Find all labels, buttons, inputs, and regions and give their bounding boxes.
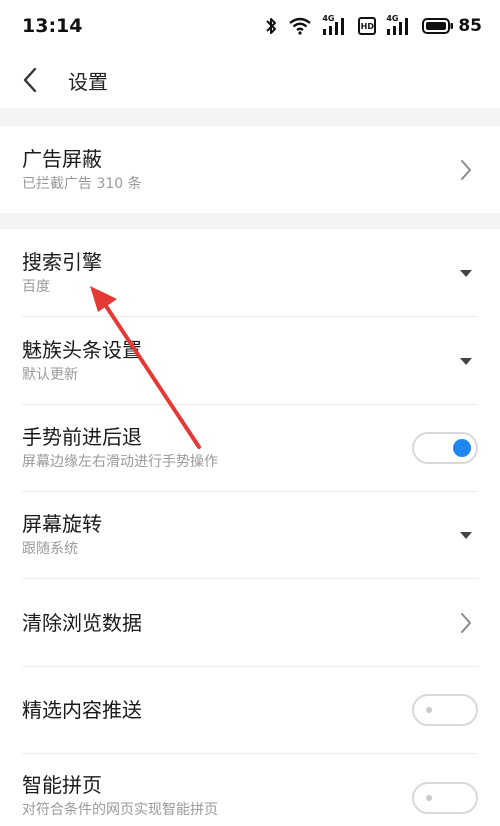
signal-icon-2: 4G [386,14,412,37]
hd-icon: HD [358,17,377,35]
row-subtitle: 默认更新 [22,366,78,383]
chevron-right-icon [454,611,478,635]
section-separator [0,108,500,126]
back-button[interactable] [0,52,60,108]
settings-row-search-engine[interactable]: 搜索引擎 百度 [0,229,500,316]
triangle-down-icon [454,261,478,285]
gesture-nav-toggle[interactable] [412,432,478,464]
top-bar: 设置 [0,52,500,108]
row-title: 精选内容推送 [22,698,142,722]
row-title: 手势前进后退 [22,425,142,449]
row-title: 屏幕旋转 [22,512,102,536]
settings-row-meizu-headlines[interactable]: 魅族头条设置 默认更新 [0,317,500,404]
settings-row-ad-block[interactable]: 广告屏蔽 已拦截广告 310 条 [0,126,500,213]
chevron-left-icon [23,67,37,93]
settings-row-smart-paging[interactable]: 智能拼页 对符合条件的网页实现智能拼页 [0,754,500,826]
battery: 85 [422,16,482,36]
wifi-icon [289,17,312,35]
section-separator [0,213,500,229]
status-bar: 13:14 4G HD 4G 85 [0,0,500,52]
toggle-knob [426,707,432,713]
signal-icon: 4G [322,14,348,37]
row-title: 清除浏览数据 [22,610,142,635]
bluetooth-icon [266,18,277,34]
status-icons: 4G HD 4G 85 [264,14,482,37]
row-subtitle: 对符合条件的网页实现智能拼页 [22,802,218,818]
triangle-down-icon [454,349,478,373]
settings-row-screen-rotation[interactable]: 屏幕旋转 跟随系统 [0,492,500,578]
settings-row-featured-push[interactable]: 精选内容推送 [0,667,500,753]
battery-icon [422,18,454,34]
row-subtitle: 已拦截广告 310 条 [22,175,142,192]
row-subtitle: 屏幕边缘左右滑动进行手势操作 [22,454,218,470]
battery-percent: 85 [458,16,482,36]
triangle-down-icon [454,523,478,547]
smart-paging-toggle[interactable] [412,782,478,814]
row-title: 搜索引擎 [22,249,102,274]
toggle-knob [453,439,471,457]
settings-row-gesture-nav[interactable]: 手势前进后退 屏幕边缘左右滑动进行手势操作 [0,405,500,491]
page-title: 设置 [68,69,108,94]
featured-push-toggle[interactable] [412,694,478,726]
row-subtitle: 百度 [22,278,50,295]
row-subtitle: 跟随系统 [22,541,78,557]
row-title: 广告屏蔽 [22,146,102,171]
chevron-right-icon [454,158,478,182]
toggle-knob [426,795,432,801]
status-time: 13:14 [22,15,83,37]
row-title: 魅族头条设置 [22,337,142,362]
row-title: 智能拼页 [22,773,102,797]
settings-row-clear-data[interactable]: 清除浏览数据 [0,579,500,666]
